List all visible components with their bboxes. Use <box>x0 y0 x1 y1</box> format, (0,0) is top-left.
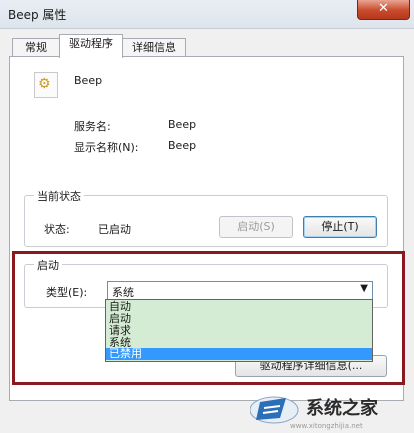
device-icon: ⚙ <box>34 72 58 98</box>
stop-button[interactable]: 停止(T) <box>303 216 377 238</box>
tab-general[interactable]: 常规 <box>12 38 60 57</box>
close-icon: ✕ <box>378 1 389 16</box>
watermark-url: www.xitongzhijia.net <box>290 422 363 430</box>
service-name-value: Beep <box>168 118 197 131</box>
tab-driver[interactable]: 驱动程序 <box>59 34 123 58</box>
service-name-label: 服务名: <box>74 120 111 133</box>
gear-document-icon: ⚙ <box>38 76 51 92</box>
tab-details-label: 详细信息 <box>132 41 176 54</box>
watermark-logo: 系统之家 www.xitongzhijia.net <box>249 384 414 430</box>
display-name-label: 显示名称(N): <box>74 141 139 154</box>
status-group-legend: 当前状态 <box>34 188 84 204</box>
tab-details[interactable]: 详细信息 <box>122 38 186 57</box>
device-name: Beep <box>74 74 103 87</box>
status-label: 状态: <box>44 223 70 236</box>
status-value: 已启动 <box>98 223 131 236</box>
display-name-value: Beep <box>168 139 197 152</box>
stop-button-label: 停止(T) <box>321 220 359 233</box>
watermark-text: 系统之家 <box>306 397 379 419</box>
option-auto[interactable]: 自动 <box>106 301 372 313</box>
close-button[interactable]: ✕ <box>357 0 410 20</box>
tab-driver-label: 驱动程序 <box>69 37 113 50</box>
startup-type-dropdown: 自动 启动 请求 系统 已禁用 <box>105 299 373 362</box>
tab-general-label: 常规 <box>25 41 47 54</box>
window-title: Beep 属性 <box>8 8 67 22</box>
option-boot[interactable]: 启动 <box>106 313 372 325</box>
option-demand[interactable]: 请求 <box>106 325 372 337</box>
option-disabled[interactable]: 已禁用 <box>106 348 372 360</box>
start-button[interactable]: 启动(S) <box>219 216 293 238</box>
start-button-label: 启动(S) <box>237 220 275 233</box>
